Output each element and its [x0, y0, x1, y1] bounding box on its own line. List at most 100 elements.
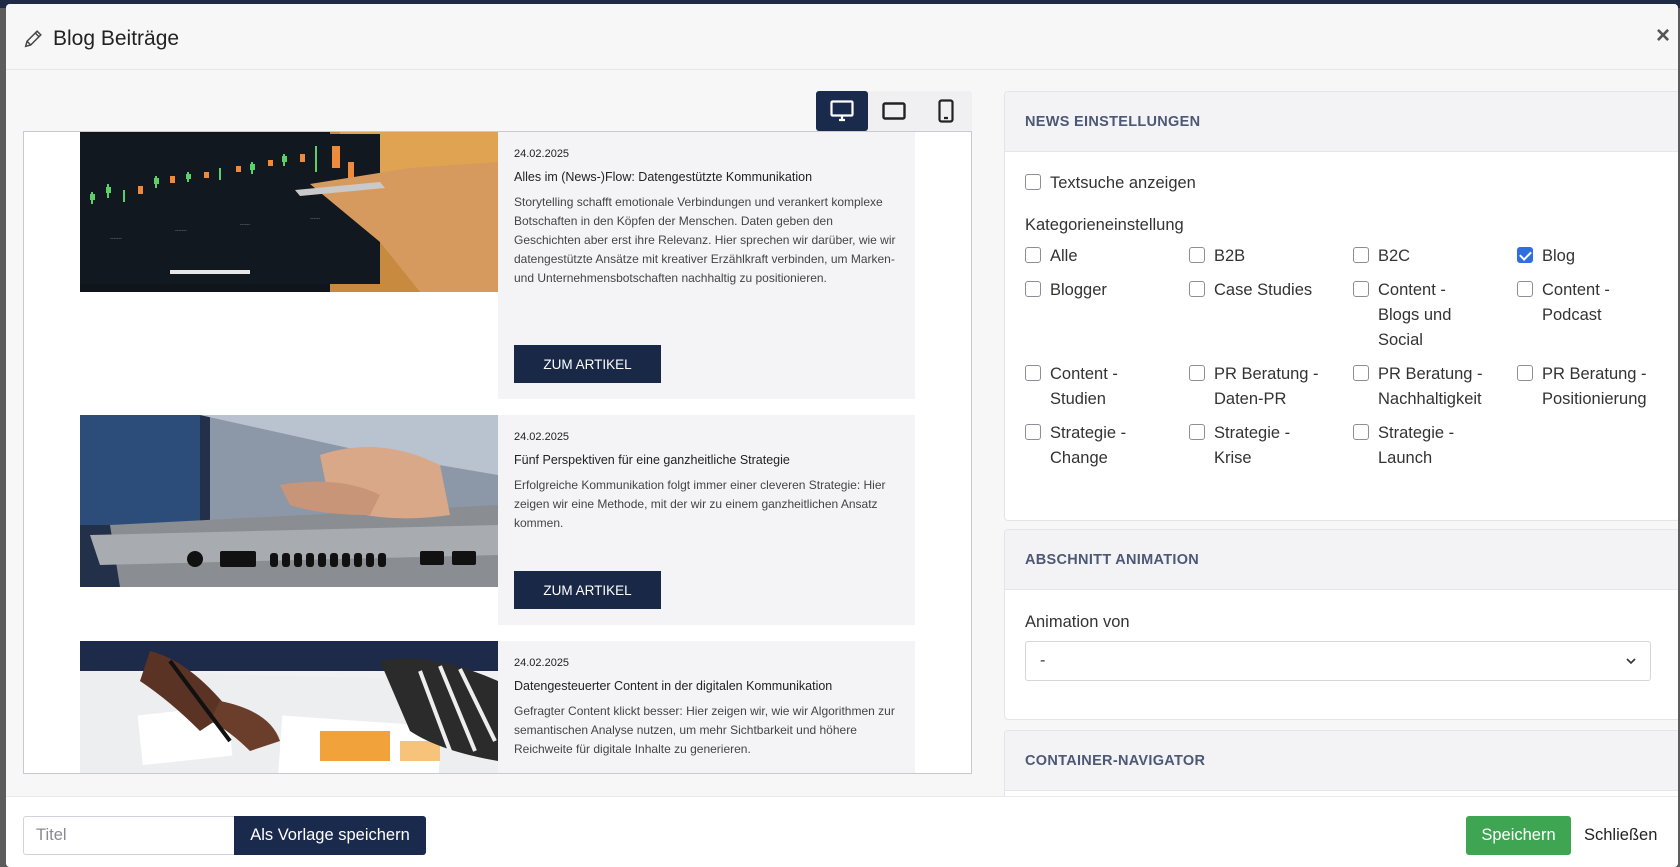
- category-label: Blog: [1542, 247, 1576, 265]
- desktop-icon: [830, 100, 854, 122]
- animation-panel: ABSCHNITT ANIMATION Animation von -: [1004, 529, 1678, 720]
- category-checkbox[interactable]: [1025, 424, 1041, 440]
- article-card: 24.02.2025 Fünf Perspektiven für eine ga…: [80, 415, 915, 625]
- article-excerpt: Erfolgreiche Kommunikation folgt immer e…: [514, 478, 886, 530]
- category-label: PR Beratung - Nachhaltigkeit: [1378, 365, 1483, 408]
- category-checkbox[interactable]: [1025, 281, 1041, 297]
- category-settings-label: Kategorieneinstellung: [1025, 216, 1184, 234]
- tablet-icon: [882, 102, 906, 120]
- read-article-button[interactable]: ZUM ARTIKEL: [514, 345, 661, 383]
- article-content: 24.02.2025 Datengesteuerter Content in d…: [498, 641, 915, 773]
- article-content: 24.02.2025 Alles im (News-)Flow: Datenge…: [498, 132, 915, 399]
- animation-from-select[interactable]: -: [1025, 641, 1651, 681]
- textsearch-label: Textsuche anzeigen: [1050, 174, 1196, 192]
- category-label: Content - Podcast: [1542, 281, 1610, 324]
- category-label: B2B: [1214, 247, 1246, 265]
- category-label: Strategie - Change: [1050, 424, 1127, 467]
- category-option-strategie-change[interactable]: Strategie - Change: [1025, 421, 1145, 471]
- category-label: Strategie - Krise: [1214, 424, 1291, 467]
- svg-text:------: ------: [310, 216, 320, 222]
- close-button[interactable]: Schließen: [1584, 816, 1657, 855]
- tablet-view-button[interactable]: [868, 91, 920, 131]
- article-title: Alles im (News-)Flow: Datengestützte Kom…: [514, 170, 813, 184]
- read-article-button[interactable]: ZUM ARTIKEL: [514, 571, 661, 609]
- container-navigator-heading[interactable]: CONTAINER-NAVIGATOR: [1005, 731, 1678, 791]
- animation-from-label: Animation von: [1025, 613, 1130, 631]
- svg-text:-------: -------: [110, 236, 122, 242]
- category-option-b2c[interactable]: B2C: [1353, 244, 1410, 269]
- mobile-view-button[interactable]: [920, 91, 972, 131]
- article-excerpt: Gefragter Content klickt besser: Hier ze…: [514, 704, 895, 756]
- category-label: B2C: [1378, 247, 1411, 265]
- article-card: 24.02.2025 Datengesteuerter Content in d…: [80, 641, 915, 773]
- category-option-strategie-krise[interactable]: Strategie - Krise: [1189, 421, 1309, 471]
- svg-text:-------: -------: [175, 228, 187, 234]
- template-title-input[interactable]: [23, 816, 235, 855]
- close-icon[interactable]: ×: [1656, 24, 1670, 48]
- modal-body: ------- ------- ------ ------ 24.02.2025 Al…: [6, 70, 1678, 810]
- category-checkbox[interactable]: [1353, 281, 1369, 297]
- category-checkbox[interactable]: [1517, 281, 1533, 297]
- article-image: ------- ------- ------ ------: [80, 132, 498, 292]
- textsearch-checkbox[interactable]: [1025, 174, 1041, 190]
- article-date: 24.02.2025: [514, 431, 570, 443]
- category-label: Content - Blogs und Social: [1378, 281, 1452, 349]
- modal-header: Blog Beiträge ×: [6, 4, 1678, 70]
- modal-title: Blog Beiträge: [53, 27, 180, 50]
- animation-heading: ABSCHNITT ANIMATION: [1005, 530, 1678, 590]
- article-date: 24.02.2025: [514, 148, 570, 160]
- category-label: Alle: [1050, 247, 1078, 265]
- category-checkbox[interactable]: [1025, 365, 1041, 381]
- animation-selected-value: -: [1040, 652, 1046, 669]
- save-as-template-button[interactable]: Als Vorlage speichern: [234, 816, 426, 855]
- category-label: PR Beratung - Daten-PR: [1214, 365, 1319, 408]
- article-content: 24.02.2025 Fünf Perspektiven für eine ga…: [498, 415, 915, 625]
- category-checkbox[interactable]: [1353, 365, 1369, 381]
- category-option-case-studies[interactable]: Case Studies: [1189, 278, 1312, 303]
- category-option-blogger[interactable]: Blogger: [1025, 278, 1107, 303]
- category-checkbox-checked[interactable]: [1517, 247, 1533, 263]
- category-label: Case Studies: [1214, 281, 1313, 299]
- category-checkbox[interactable]: [1189, 424, 1205, 440]
- category-option-b2b[interactable]: B2B: [1189, 244, 1245, 269]
- category-checkbox[interactable]: [1189, 247, 1205, 263]
- article-image: [80, 641, 498, 773]
- category-label: Blogger: [1050, 281, 1107, 299]
- category-checkbox[interactable]: [1517, 365, 1533, 381]
- news-settings-body: Textsuche anzeigen Kategorieneinstellung…: [1005, 152, 1678, 520]
- page-preview: ------- ------- ------ ------ 24.02.2025 Al…: [23, 131, 972, 774]
- article-card: ------- ------- ------ ------ 24.02.2025 Al…: [80, 132, 915, 399]
- category-checkbox[interactable]: [1189, 365, 1205, 381]
- category-option-blog[interactable]: Blog: [1517, 244, 1575, 269]
- save-button[interactable]: Speichern: [1466, 816, 1571, 855]
- svg-text:------: ------: [240, 222, 250, 228]
- category-checkbox[interactable]: [1353, 424, 1369, 440]
- category-label: Strategie - Launch: [1378, 424, 1455, 467]
- category-option-content-studien[interactable]: Content - Studien: [1025, 362, 1145, 412]
- category-option-strategie-launch[interactable]: Strategie - Launch: [1353, 421, 1473, 471]
- device-switcher: [816, 91, 972, 131]
- category-option-pr-daten[interactable]: PR Beratung - Daten-PR: [1189, 362, 1329, 412]
- category-checkbox[interactable]: [1353, 247, 1369, 263]
- category-label: Content - Studien: [1050, 365, 1118, 408]
- category-option-pr-nachhaltigkeit[interactable]: PR Beratung - Nachhaltigkeit: [1353, 362, 1493, 412]
- category-option-pr-positionierung[interactable]: PR Beratung - Positionierung: [1517, 362, 1667, 412]
- mobile-icon: [938, 99, 954, 123]
- chevron-down-icon: [1626, 658, 1636, 665]
- desktop-view-button[interactable]: [816, 91, 868, 131]
- news-settings-heading: NEWS EINSTELLUNGEN: [1005, 92, 1678, 152]
- category-option-content-podcast[interactable]: Content - Podcast: [1517, 278, 1647, 328]
- category-label: PR Beratung - Positionierung: [1542, 365, 1647, 408]
- textsearch-option[interactable]: Textsuche anzeigen: [1025, 171, 1196, 196]
- article-date: 24.02.2025: [514, 657, 570, 669]
- article-image: [80, 415, 498, 587]
- category-option-alle[interactable]: Alle: [1025, 244, 1078, 269]
- animation-body: Animation von -: [1005, 590, 1678, 719]
- category-option-content-blogs[interactable]: Content - Blogs und Social: [1353, 278, 1483, 353]
- category-checkbox[interactable]: [1025, 247, 1041, 263]
- modal-footer: Als Vorlage speichern Speichern Schließe…: [6, 796, 1678, 867]
- article-excerpt: Storytelling schafft emotionale Verbindu…: [514, 195, 896, 285]
- pencil-icon: [24, 30, 42, 48]
- category-checkbox[interactable]: [1189, 281, 1205, 297]
- blog-posts-modal: Blog Beiträge × ------- ------- ------ -…: [6, 4, 1678, 867]
